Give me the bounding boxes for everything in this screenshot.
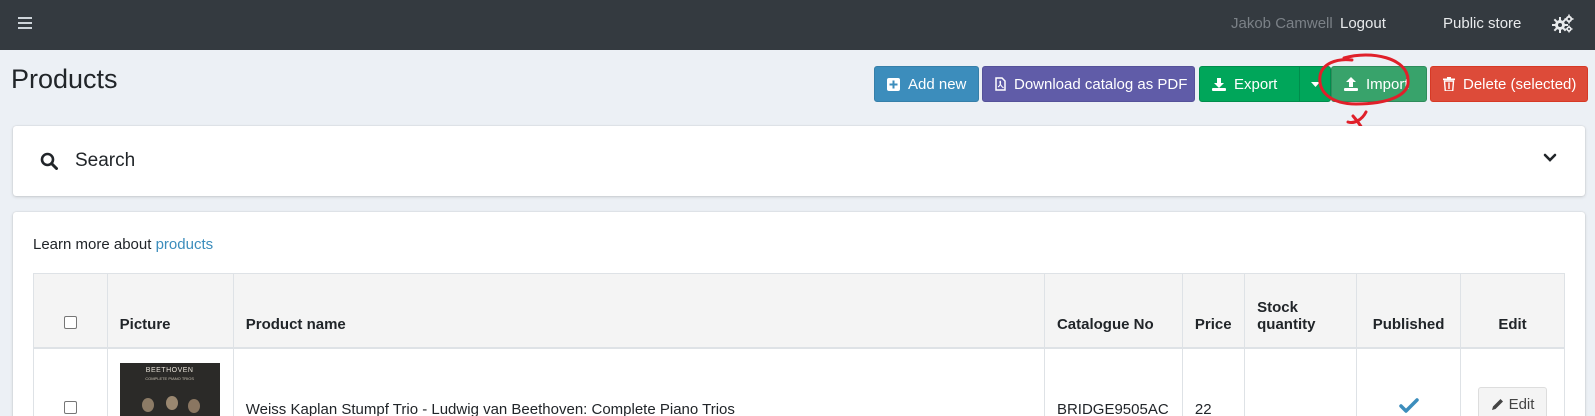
- download-catalog-pdf-button[interactable]: Download catalog as PDF: [982, 66, 1195, 102]
- edit-button[interactable]: Edit: [1477, 387, 1548, 416]
- edit-label: Edit: [1508, 395, 1535, 413]
- products-table: Picture Product name Catalogue No Price …: [33, 273, 1565, 416]
- import-button[interactable]: Import: [1331, 66, 1427, 102]
- file-pdf-icon: [995, 77, 1006, 91]
- row-select-cell: [33, 347, 108, 416]
- col-stock-quantity[interactable]: Stock quantity: [1244, 273, 1358, 349]
- chevron-down-icon[interactable]: [1543, 153, 1557, 163]
- table-header-row: Picture Product name Catalogue No Price …: [33, 273, 1565, 349]
- check-icon: [1398, 398, 1419, 413]
- product-picture-cell: BEETHOVEN COMPLETE PIANO TRIOS: [106, 347, 234, 416]
- product-name-cell: Weiss Kaplan Stumpf Trio - Ludwig van Be…: [232, 347, 1045, 416]
- thumbnail-subtitle: COMPLETE PIANO TRIOS: [145, 375, 195, 381]
- nav-public-store-link[interactable]: Public store: [1443, 15, 1521, 32]
- trash-icon: [1443, 77, 1455, 91]
- col-published[interactable]: Published: [1356, 273, 1462, 349]
- col-price[interactable]: Price: [1181, 273, 1246, 349]
- pencil-icon: [1491, 398, 1503, 410]
- col-product-name[interactable]: Product name: [232, 273, 1045, 349]
- hamburger-icon[interactable]: [18, 17, 32, 31]
- stock-quantity-cell: [1244, 347, 1358, 416]
- delete-selected-button[interactable]: Delete (selected): [1430, 66, 1588, 102]
- col-edit: Edit: [1460, 273, 1565, 349]
- export-label: Export: [1234, 75, 1278, 93]
- search-label[interactable]: Search: [75, 150, 135, 172]
- col-catalogue-no[interactable]: Catalogue No: [1043, 273, 1183, 349]
- learn-more-text: Learn more about products: [33, 236, 213, 253]
- thumbnail-title: BEETHOVEN: [145, 366, 194, 374]
- price-cell: 22: [1181, 347, 1246, 416]
- edit-cell: Edit: [1460, 347, 1565, 416]
- delete-selected-label: Delete (selected): [1463, 75, 1577, 93]
- table-row: BEETHOVEN COMPLETE PIANO TRIOS Weiss Kap…: [33, 347, 1565, 416]
- select-all-checkbox[interactable]: [63, 315, 77, 329]
- col-picture: Picture: [106, 273, 234, 349]
- page-title: Products: [11, 64, 118, 94]
- published-cell: [1356, 347, 1462, 416]
- gears-icon[interactable]: [1552, 14, 1574, 34]
- export-dropdown-toggle[interactable]: [1299, 66, 1331, 102]
- top-navbar: Jakob Camwell Logout Public store: [0, 0, 1595, 50]
- plus-square-icon: [887, 77, 900, 91]
- add-new-button[interactable]: Add new: [874, 66, 979, 102]
- import-label: Import: [1366, 75, 1409, 93]
- download-pdf-label: Download catalog as PDF: [1014, 75, 1188, 93]
- select-all-header: [33, 273, 108, 349]
- nav-user-name[interactable]: Jakob Camwell: [1231, 15, 1333, 32]
- download-icon: [1212, 78, 1226, 91]
- row-select-checkbox[interactable]: [63, 401, 77, 414]
- product-thumbnail[interactable]: BEETHOVEN COMPLETE PIANO TRIOS: [119, 362, 220, 416]
- search-panel[interactable]: [13, 126, 1585, 196]
- album-cover-art: [141, 395, 200, 413]
- add-new-label: Add new: [908, 75, 967, 93]
- caret-down-icon: [1310, 81, 1320, 87]
- nav-logout-link[interactable]: Logout: [1340, 15, 1386, 32]
- upload-icon: [1344, 77, 1358, 91]
- learn-more-prefix: Learn more about: [33, 236, 152, 253]
- catalogue-no-cell: BRIDGE9505AC: [1043, 347, 1183, 416]
- learn-more-link[interactable]: products: [156, 236, 214, 253]
- search-icon: [40, 152, 58, 170]
